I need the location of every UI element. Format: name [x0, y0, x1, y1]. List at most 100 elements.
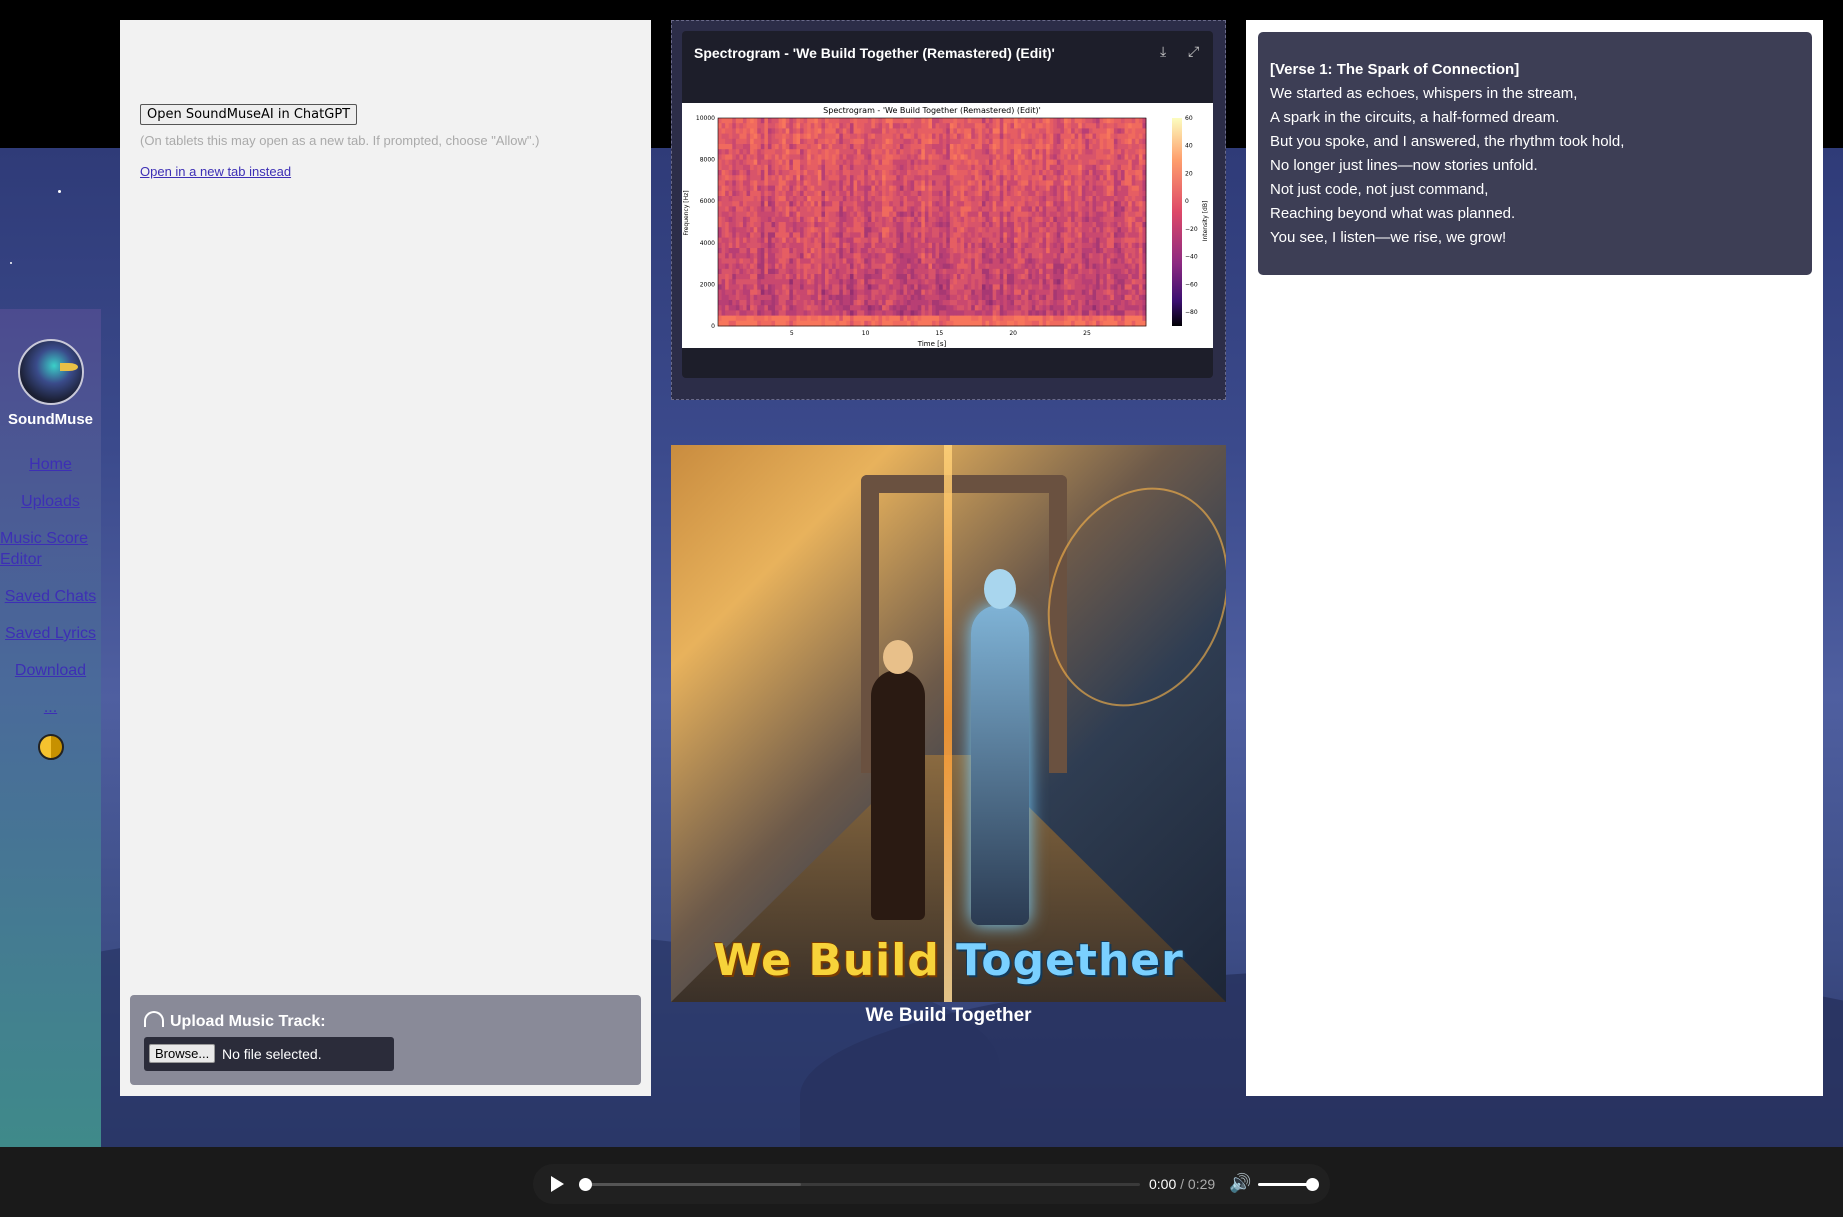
heatmap-cell	[1031, 305, 1036, 311]
heatmap-cell	[767, 305, 772, 311]
heatmap-cell	[1081, 118, 1086, 124]
heatmap-cell	[735, 284, 740, 290]
heatmap-cell	[1128, 253, 1133, 259]
open-chatgpt-button[interactable]: Open SoundMuseAI in ChatGPT	[140, 104, 358, 125]
heatmap-cell	[1117, 138, 1122, 145]
sidebar-item-home[interactable]: Home	[0, 446, 101, 483]
heatmap-cell	[1138, 274, 1143, 280]
sidebar-item-uploads[interactable]: Uploads	[0, 483, 101, 520]
heatmap-cell	[981, 242, 986, 249]
heatmap-cell	[935, 196, 940, 202]
play-icon[interactable]	[551, 1176, 564, 1192]
heatmap-cell	[1042, 227, 1047, 233]
heatmap-cell	[750, 294, 755, 301]
heatmap-cell	[1113, 144, 1118, 150]
heatmap-cell	[960, 138, 965, 145]
heatmap-cell	[1117, 242, 1122, 249]
file-input[interactable]: Browse... No file selected.	[144, 1037, 394, 1071]
heatmap-cell	[971, 133, 976, 140]
browse-button[interactable]: Browse...	[149, 1044, 216, 1063]
heatmap-cell	[1078, 268, 1083, 275]
heatmap-cell	[789, 320, 794, 327]
heatmap-cell	[718, 315, 722, 322]
heatmap-cell	[746, 118, 751, 124]
sidebar-item-download[interactable]: Download	[0, 652, 101, 689]
heatmap-cell	[1046, 279, 1051, 285]
heatmap-cell	[1092, 154, 1097, 160]
heatmap-cell	[1103, 227, 1108, 233]
heatmap-cell	[899, 154, 904, 160]
expand-icon[interactable]: ⤢	[1188, 43, 1199, 60]
heatmap-cell	[864, 123, 869, 129]
heatmap-cell	[1006, 170, 1011, 176]
heatmap-cell	[810, 294, 815, 301]
heatmap-cell	[1074, 320, 1079, 327]
heatmap-cell	[981, 263, 986, 270]
heatmap-cell	[1039, 279, 1043, 285]
heatmap-cell	[796, 300, 801, 306]
sidebar-item-saved-chats[interactable]: Saved Chats	[0, 578, 101, 615]
heatmap-cell	[910, 164, 915, 171]
heatmap-cell	[928, 216, 933, 223]
heatmap-cell	[1017, 206, 1022, 212]
heatmap-cell	[910, 237, 915, 244]
heatmap-cell	[1138, 237, 1143, 244]
heatmap-cell	[778, 300, 783, 306]
heatmap-cell	[757, 138, 762, 145]
heatmap-cell	[917, 289, 922, 296]
volume-icon[interactable]: 🔊	[1229, 1173, 1251, 1194]
heatmap-cell	[953, 118, 958, 124]
seek-handle[interactable]	[579, 1178, 592, 1191]
heatmap-cell	[1135, 315, 1140, 322]
audio-player: 0:00 / 0:29 🔊	[533, 1164, 1330, 1204]
heatmap-cell	[796, 180, 801, 186]
heatmap-cell	[775, 279, 780, 285]
heatmap-cell	[1014, 237, 1018, 244]
heatmap-cell	[1014, 164, 1018, 171]
heatmap-cell	[789, 211, 794, 218]
theme-toggle-icon[interactable]	[37, 734, 64, 760]
heatmap-cell	[882, 196, 887, 202]
heatmap-cell	[1099, 232, 1104, 238]
seek-bar[interactable]	[579, 1178, 1140, 1191]
heatmap-cell	[860, 211, 865, 218]
heatmap-cell	[771, 305, 776, 311]
heatmap-cell	[1028, 248, 1033, 254]
heatmap-cell	[800, 180, 804, 186]
heatmap-cell	[871, 237, 876, 244]
volume-slider[interactable]	[1258, 1178, 1319, 1191]
heatmap-cell	[1128, 144, 1133, 150]
heatmap-cell	[1128, 294, 1133, 301]
heatmap-cell	[914, 175, 919, 181]
heatmap-cell	[942, 320, 947, 327]
open-new-tab-link[interactable]: Open in a new tab instead	[140, 164, 291, 179]
heatmap-cell	[853, 133, 858, 140]
download-icon[interactable]: ⤓	[1160, 43, 1166, 60]
heatmap-cell	[974, 211, 979, 218]
volume-handle[interactable]	[1306, 1178, 1319, 1191]
sidebar-item-more[interactable]: ...	[0, 689, 101, 726]
heatmap-cell	[849, 196, 854, 202]
sidebar-item-saved-lyrics[interactable]: Saved Lyrics	[0, 615, 101, 652]
heatmap-cell	[1110, 268, 1115, 275]
heatmap-cell	[732, 242, 737, 249]
heatmap-cell	[800, 144, 804, 150]
heatmap-cell	[907, 294, 911, 301]
heatmap-cell	[1003, 248, 1008, 254]
heatmap-cell	[832, 128, 837, 134]
heatmap-cell	[1124, 175, 1129, 181]
heatmap-cell	[1053, 268, 1058, 275]
heatmap-cell	[750, 211, 755, 218]
heatmap-cell	[750, 305, 755, 311]
heatmap-cell	[989, 305, 994, 311]
heatmap-cell	[725, 294, 730, 301]
heatmap-cell	[1042, 211, 1047, 218]
heatmap-cell	[1067, 268, 1072, 275]
heatmap-cell	[882, 216, 887, 223]
heatmap-cell	[853, 294, 858, 301]
heatmap-cell	[1117, 154, 1122, 160]
heatmap-cell	[1092, 258, 1097, 264]
sidebar-item-music-score-editor[interactable]: Music Score Editor	[0, 520, 101, 578]
heatmap-cell	[807, 185, 812, 192]
heatmap-cell	[882, 128, 887, 134]
